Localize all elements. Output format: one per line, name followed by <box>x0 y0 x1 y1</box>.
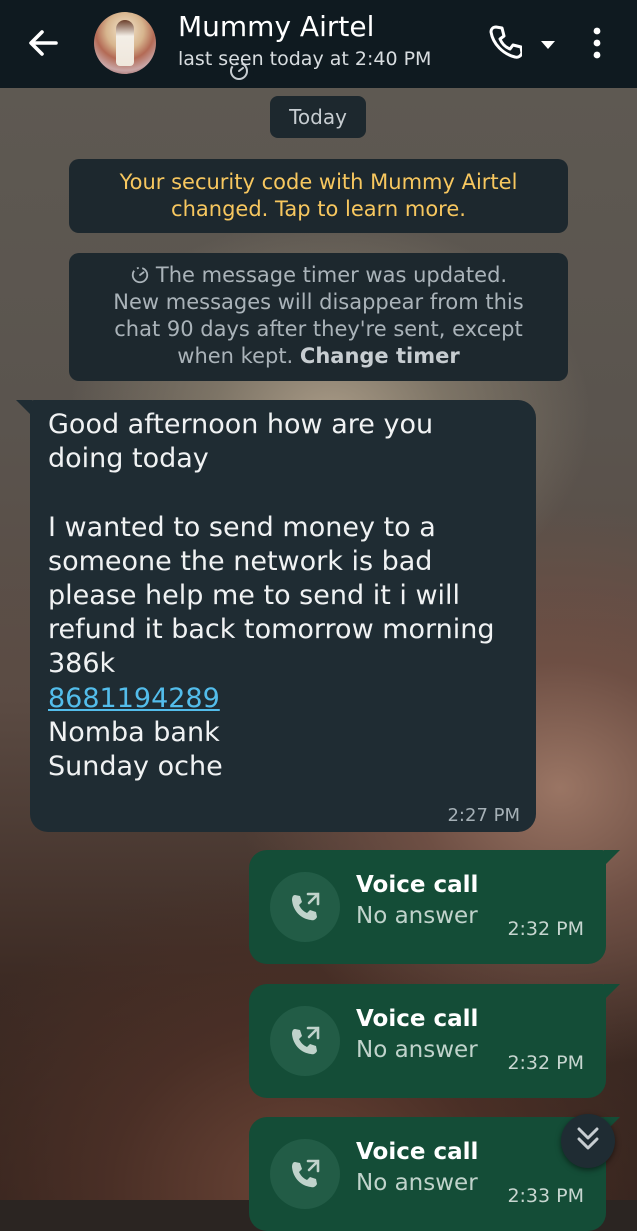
date-chip: Today <box>270 96 366 138</box>
bubble-tail <box>604 850 620 866</box>
voice-call-bubble[interactable]: Voice call No answer 2:33 PM <box>249 1117 620 1231</box>
message-footer-text: Nomba bank Sunday oche <box>48 716 223 783</box>
caret-down-icon[interactable] <box>540 36 556 49</box>
timer-notice-line: The message timer was updated. <box>69 262 568 289</box>
outgoing-call-icon <box>270 1006 340 1076</box>
more-vert-icon[interactable] <box>590 26 604 60</box>
double-chevron-down-icon <box>575 1125 601 1157</box>
timer-notice-line: when kept. Change timer <box>69 343 568 370</box>
call-timestamp: 2:32 PM <box>507 918 584 940</box>
timer-notice-text: The message timer was updated. <box>155 263 508 287</box>
phone-number-link[interactable]: 8681194289 <box>48 683 220 714</box>
call-title: Voice call <box>356 872 479 898</box>
scroll-to-bottom-button[interactable] <box>561 1114 615 1168</box>
incoming-message-bubble[interactable]: Good afternoon how are you doing today I… <box>16 400 536 832</box>
change-timer-link[interactable]: Change timer <box>300 344 460 368</box>
bubble-tail <box>16 400 32 416</box>
last-seen-status: last seen today at 2:40 PM <box>178 48 432 70</box>
chat-header: Mummy Airtel last seen today at 2:40 PM <box>0 0 637 88</box>
outgoing-call-icon <box>270 872 340 942</box>
timer-icon <box>131 266 149 284</box>
message-timestamp: 2:27 PM <box>447 805 520 826</box>
message-timer-notice: The message timer was updated. New messa… <box>69 253 568 381</box>
voice-call-bubble[interactable]: Voice call No answer 2:32 PM <box>249 850 620 964</box>
contact-name[interactable]: Mummy Airtel <box>178 10 374 43</box>
timer-notice-line: chat 90 days after they're sent, except <box>114 317 523 341</box>
voice-call-bubble[interactable]: Voice call No answer 2:32 PM <box>249 984 620 1098</box>
call-timestamp: 2:32 PM <box>507 1052 584 1074</box>
call-title: Voice call <box>356 1139 479 1165</box>
security-code-notice[interactable]: Your security code with Mummy Airtel cha… <box>69 159 568 233</box>
call-timestamp: 2:33 PM <box>507 1185 584 1207</box>
avatar-figure <box>116 20 134 66</box>
call-status: No answer <box>356 1037 478 1063</box>
call-status: No answer <box>356 903 478 929</box>
security-notice-line: changed. Tap to learn more. <box>171 197 466 221</box>
back-arrow-icon[interactable] <box>26 26 60 60</box>
timer-notice-text: when kept. <box>177 344 294 368</box>
outgoing-call-icon <box>270 1139 340 1209</box>
call-status: No answer <box>356 1170 478 1196</box>
contact-avatar[interactable] <box>94 12 254 86</box>
timer-notice-line: New messages will disappear from this <box>113 290 524 314</box>
call-title: Voice call <box>356 1006 479 1032</box>
message-text: Good afternoon how are you doing today I… <box>48 408 528 784</box>
message-body: Good afternoon how are you doing today I… <box>48 409 495 680</box>
call-icon[interactable] <box>488 24 524 60</box>
security-notice-line: Your security code with Mummy Airtel <box>119 170 518 194</box>
bubble-tail <box>604 984 620 1000</box>
